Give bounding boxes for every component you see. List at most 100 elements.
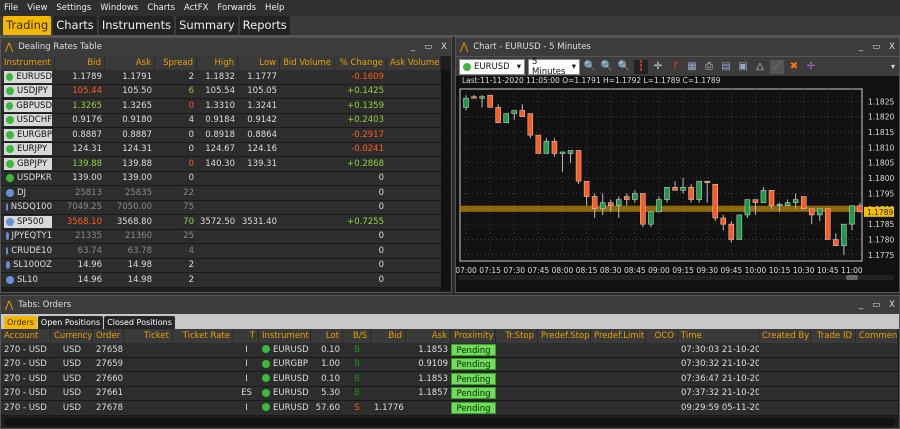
triangle-drawing-icon[interactable]: △ [753, 60, 767, 74]
instrument-button[interactable]: SL10 [4, 275, 52, 285]
menu-settings[interactable]: Settings [56, 3, 91, 13]
tab-charts[interactable]: Charts [53, 16, 97, 35]
column-header[interactable]: Ticket [124, 329, 173, 343]
tab-trading[interactable]: Trading [3, 16, 52, 35]
column-header[interactable]: Bid Volume [280, 56, 335, 70]
close-icon[interactable]: X [889, 300, 895, 310]
instrument-button[interactable]: USDJPY [4, 85, 52, 98]
rate-row[interactable]: SP500 3568.10 3568.80 70 3572.50 3531.40 +0.72… [1, 215, 441, 230]
column-header[interactable]: Ask Volume [387, 56, 441, 70]
tab-instruments[interactable]: Instruments [98, 16, 175, 35]
instrument-button[interactable]: NSDQ100 [4, 202, 52, 212]
close-icon[interactable]: X [889, 42, 895, 52]
minimize-icon[interactable]: _ [859, 42, 863, 52]
chart-type-icon[interactable]: ┇ [634, 59, 648, 74]
order-row[interactable]: 270 - USD USD 27658 I EURUSD 0.10 B 1.1853 Pendi… [1, 343, 898, 358]
symbol-select[interactable]: EURUSD ▾ [459, 58, 525, 75]
menu-view[interactable]: View [27, 3, 47, 13]
rate-row[interactable]: EURGBP 0.8887 0.8887 0 0.8918 0.8864 -0.2917 [1, 128, 441, 143]
document-icon[interactable]: ▤ [719, 60, 733, 74]
tab-summary[interactable]: Summary [176, 16, 238, 35]
instrument-button[interactable]: SP500 [4, 215, 52, 228]
close-icon[interactable]: X [441, 42, 447, 52]
objects-icon[interactable]: ✢ [804, 60, 818, 74]
column-header[interactable]: OCO [646, 329, 678, 343]
rate-row[interactable]: USDPKR 139.00 139.00 0 0 [1, 171, 441, 186]
candlestick-chart[interactable]: 1.1825 1.1820 1.1815 1.1810 1.1805 1.1800 1.17… [456, 85, 899, 281]
save-icon[interactable]: ▣ [736, 60, 750, 74]
column-header[interactable]: Predef.Stop [538, 329, 591, 343]
rate-row[interactable]: SL10 14.96 14.98 2 0 [1, 273, 441, 288]
print-icon[interactable]: ⎙ [702, 60, 716, 74]
column-header[interactable]: Bid [371, 329, 406, 343]
rate-row[interactable]: SL100OZ 14.96 14.98 2 0 [1, 258, 441, 273]
rate-row[interactable]: CRUDE10 63.74 63.78 4 0 [1, 244, 441, 259]
instrument-button[interactable]: DJ [4, 188, 52, 198]
rate-row[interactable]: USDCHF 0.9176 0.9180 4 0.9184 0.9142 +0.2403 [1, 113, 441, 128]
zoom-out-icon[interactable]: 🔍 [600, 60, 614, 74]
column-header[interactable]: Time [678, 329, 759, 343]
column-header[interactable]: Account [1, 329, 51, 343]
maximize-icon[interactable]: ▭ [424, 42, 432, 52]
minimize-icon[interactable]: _ [411, 42, 415, 52]
instrument-button[interactable]: CRUDE10 [4, 246, 52, 256]
column-header[interactable]: Proximity [451, 329, 496, 343]
tab-open-positions[interactable]: Open Positions [37, 316, 104, 329]
column-header[interactable]: Instrument [259, 329, 311, 343]
column-header[interactable]: High [197, 56, 238, 70]
calendar-icon[interactable]: ▦ [685, 60, 699, 74]
instrument-button[interactable]: EURGBP [4, 128, 52, 141]
zoom-in-icon[interactable]: 🔍 [583, 60, 597, 74]
menu-help[interactable]: Help [265, 3, 284, 13]
rate-row[interactable]: GBPUSD 1.3265 1.3265 0 1.3310 1.3241 +0.1359 [1, 99, 441, 114]
instrument-button[interactable]: GBPJPY [4, 157, 52, 170]
rate-row[interactable]: GBPJPY 139.88 139.88 0 140.30 139.31 +0.2868 [1, 157, 441, 172]
column-header[interactable]: % Change [335, 56, 387, 70]
column-header[interactable]: Tr.Stop [496, 329, 538, 343]
menu-charts[interactable]: Charts [147, 3, 175, 13]
dealing-rates-scrollbar[interactable] [441, 70, 450, 290]
tab-reports[interactable]: Reports [239, 16, 290, 35]
column-header[interactable]: Trade ID [811, 329, 856, 343]
menu-file[interactable]: File [4, 3, 18, 13]
column-header[interactable]: Currency [51, 329, 93, 343]
column-header[interactable]: T [234, 329, 259, 343]
order-row[interactable]: 270 - USD USD 27660 I EURUSD 0.10 B 1.1853 Pendi… [1, 372, 898, 387]
column-header[interactable]: Ask [406, 329, 451, 343]
rate-row[interactable]: EURJPY 124.31 124.31 0 124.67 124.16 -0.0241 [1, 142, 441, 157]
column-header[interactable]: Created By [759, 329, 811, 343]
indicator-icon[interactable]: f [668, 60, 682, 74]
menu-forwards[interactable]: Forwards [217, 3, 256, 13]
crosshair-icon[interactable]: ✛ [651, 60, 665, 74]
tab-orders[interactable]: Orders [4, 316, 37, 329]
instrument-button[interactable]: USDPKR [4, 173, 52, 183]
column-header[interactable]: Instrument [1, 56, 55, 70]
chart-scrollbar-thumb[interactable] [846, 275, 858, 280]
order-row[interactable]: 270 - USD USD 27659 I EURGBP 1.00 B 0.9109 Pendi… [1, 357, 898, 372]
minimize-icon[interactable]: _ [859, 300, 863, 310]
instrument-button[interactable]: EURUSD [4, 70, 52, 83]
column-header[interactable]: B/S [343, 329, 371, 343]
order-row[interactable]: 270 - USD USD 27661 ES EURUSD 5.30 B 1.1857 Pend… [1, 386, 898, 401]
instrument-button[interactable]: EURJPY [4, 143, 52, 156]
toolbar-overflow-icon[interactable]: ▾ [891, 62, 895, 71]
delete-drawings-icon[interactable]: ✖ [787, 60, 801, 74]
column-header[interactable]: Ask [105, 56, 155, 70]
column-header[interactable]: Ticket Rate [173, 329, 234, 343]
maximize-icon[interactable]: ▭ [872, 300, 880, 310]
rate-row[interactable]: EURUSD 1.1789 1.1791 2 1.1832 1.1777 -0.1609 [1, 70, 441, 85]
column-header[interactable]: Bid [55, 56, 105, 70]
chart-scrollbar[interactable] [458, 275, 894, 280]
column-header[interactable]: Spread [155, 56, 197, 70]
order-row[interactable]: 270 - USD USD 27678 I EURUSD 57.60 S 1.1776 Pend… [1, 401, 898, 416]
instrument-button[interactable]: SL100OZ [4, 260, 52, 270]
menu-actfx[interactable]: ActFX [184, 3, 208, 13]
column-header[interactable]: Order [93, 329, 124, 343]
interval-select[interactable]: 5 Minutes ▾ [528, 57, 580, 77]
rate-row[interactable]: JPYEQTY1 21335 21360 25 0 [1, 229, 441, 244]
zoom-fit-icon[interactable]: 🔍 [617, 60, 631, 74]
instrument-button[interactable]: USDCHF [4, 114, 52, 127]
column-header[interactable]: Comment [856, 329, 898, 343]
orders-horizontal-scrollbar[interactable] [5, 418, 895, 426]
menu-windows[interactable]: Windows [100, 3, 138, 13]
